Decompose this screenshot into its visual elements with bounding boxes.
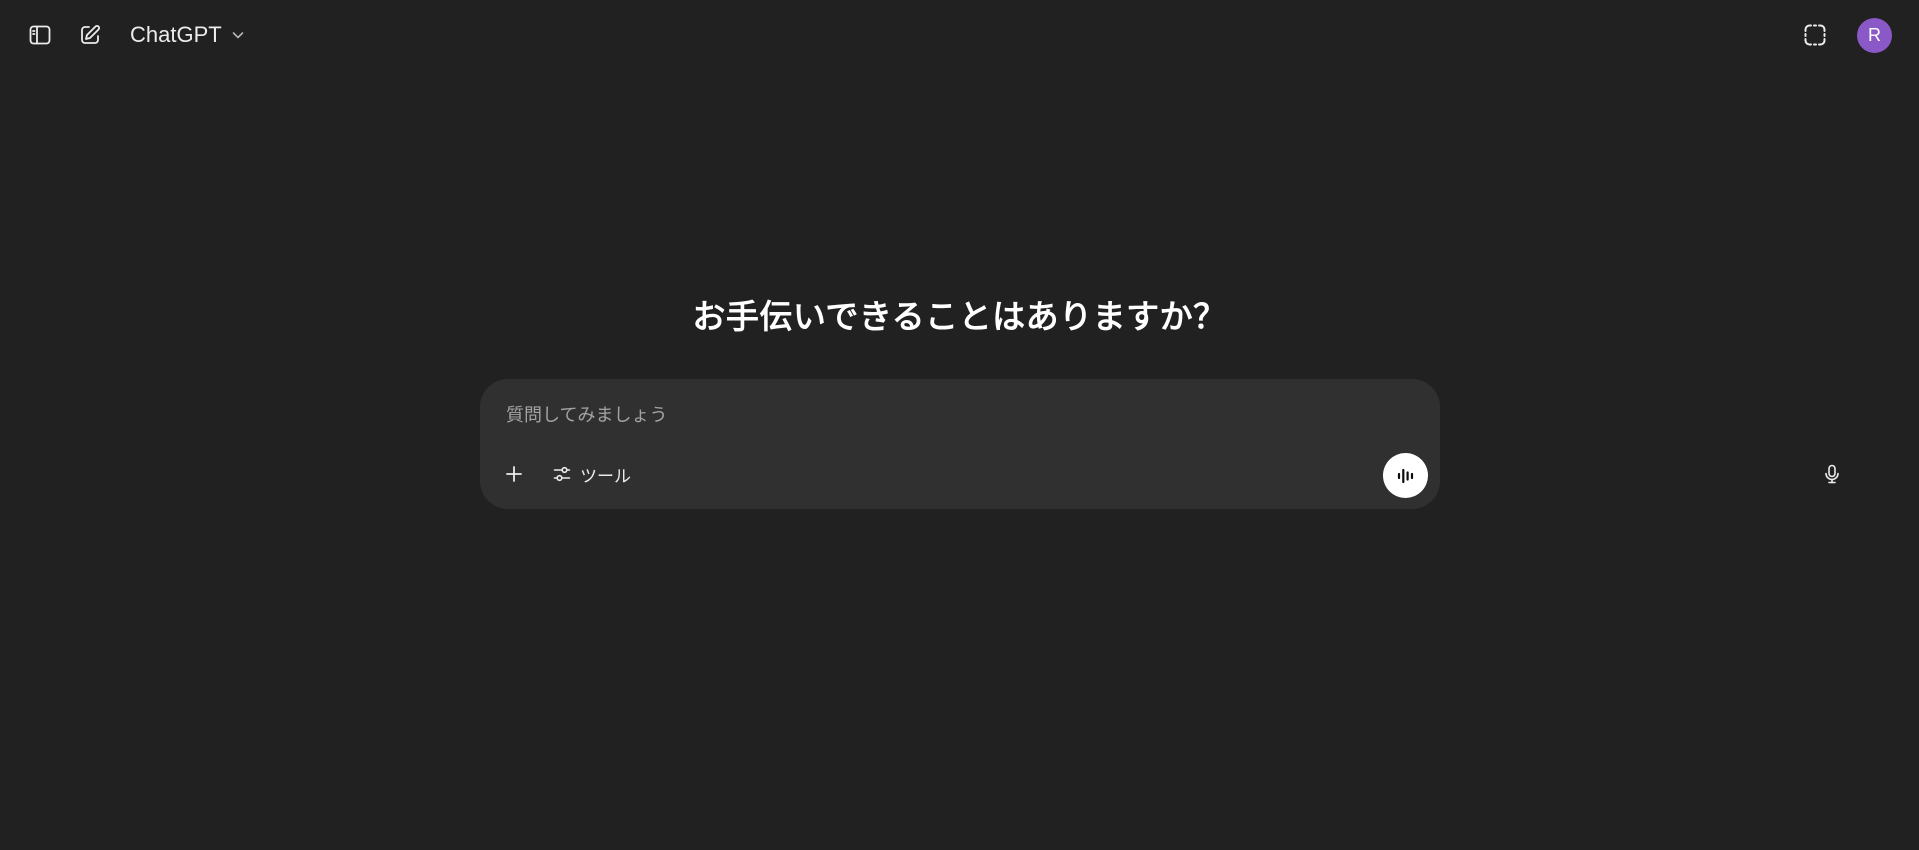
model-switcher[interactable]: ChatGPT [122, 17, 254, 53]
temporary-chat-icon [1804, 24, 1826, 46]
prompt-input[interactable] [506, 399, 1406, 431]
tools-button[interactable]: ツール [540, 454, 643, 494]
model-name: ChatGPT [130, 22, 222, 47]
temporary-chat-button[interactable] [1795, 15, 1835, 55]
new-chat-button[interactable] [70, 15, 110, 55]
voice-mode-button[interactable] [1383, 453, 1428, 498]
user-avatar[interactable]: R [1857, 18, 1892, 53]
sidebar-toggle-button[interactable] [20, 15, 60, 55]
sidebar-toggle-icon [29, 25, 51, 45]
sliders-icon [553, 466, 571, 482]
prompt-composer: ツール [480, 379, 1839, 509]
attach-button[interactable] [494, 454, 534, 494]
microphone-icon [1825, 464, 1839, 484]
chevron-down-icon [232, 32, 244, 39]
page-title: お手伝いできることはありますか？ [692, 297, 1227, 336]
top-bar: ChatGPT R [0, 0, 1919, 70]
dictate-button[interactable] [1812, 454, 1852, 494]
new-chat-icon [81, 25, 100, 44]
tools-label: ツール [580, 466, 631, 487]
chat-app: ChatGPT R お手伝いできることはありますか？ 質問してみましょう ツール [0, 0, 1919, 850]
voice-waveform-icon [1397, 468, 1413, 483]
plus-icon [506, 466, 522, 482]
